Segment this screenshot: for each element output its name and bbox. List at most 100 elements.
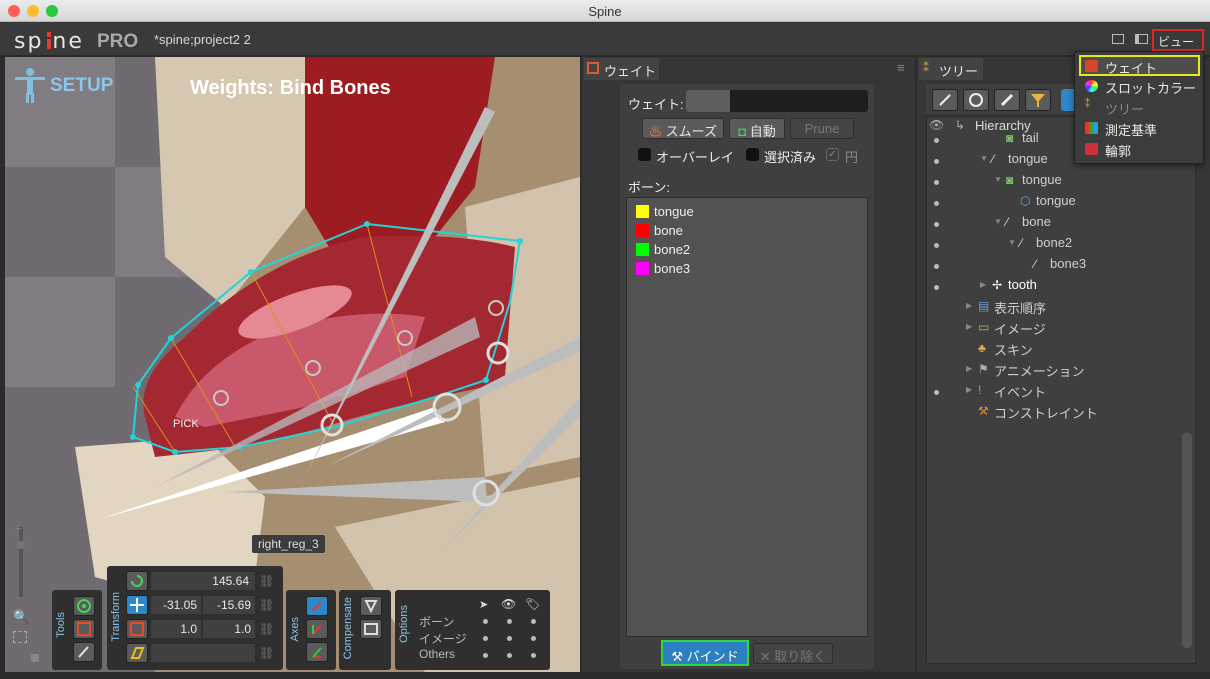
menu-item-metrics[interactable]: 測定基準 <box>1079 118 1200 139</box>
world-axes-button[interactable] <box>306 642 328 662</box>
expand-arrow-icon[interactable]: ▶ <box>980 280 986 289</box>
view-menu-button[interactable]: ビュー◢ <box>1152 29 1204 63</box>
weight-slider[interactable] <box>686 90 868 112</box>
tree-item-label[interactable]: イベント <box>994 382 1046 401</box>
tree-scrollbar[interactable] <box>1182 433 1192 648</box>
chain-icon[interactable]: ⛓ <box>259 598 274 612</box>
translate-x-field[interactable]: -31.05 <box>151 596 201 614</box>
parent-axes-button[interactable] <box>306 619 328 639</box>
selected-checkbox[interactable] <box>746 148 759 166</box>
menu-item-tree[interactable]: ⁑ ツリー <box>1079 97 1200 118</box>
visibility-toggle[interactable] <box>934 180 939 185</box>
compensate-bones-button[interactable] <box>360 596 382 616</box>
weight-label: ウェイト: <box>628 97 684 112</box>
tree-item-label[interactable]: tooth <box>1008 277 1037 292</box>
create-tool-button[interactable] <box>73 642 95 662</box>
visibility-toggle[interactable] <box>934 159 939 164</box>
zoom-search-icon[interactable]: 🔍 <box>13 609 29 625</box>
scale-y-field[interactable]: 1.0 <box>203 620 255 638</box>
option-toggle[interactable] <box>483 653 488 658</box>
bone-list-item[interactable]: tongue <box>636 204 856 222</box>
shear-tool-button[interactable] <box>126 643 148 663</box>
bone-filter-button[interactable] <box>932 89 958 111</box>
filter-funnel-button[interactable] <box>1025 89 1051 111</box>
option-toggle[interactable] <box>531 653 536 658</box>
tree-item-label[interactable]: bone <box>1022 214 1051 229</box>
translate-y-field[interactable]: -15.69 <box>203 596 255 614</box>
overlay-checkbox[interactable] <box>638 148 651 166</box>
tree-item-label[interactable]: tongue <box>1008 151 1048 166</box>
chain-icon[interactable]: ⛓ <box>259 646 274 660</box>
option-toggle[interactable] <box>483 619 488 624</box>
option-toggle[interactable] <box>531 619 536 624</box>
menu-item-weights[interactable]: ウェイト <box>1079 55 1200 76</box>
scale-x-field[interactable]: 1.0 <box>151 620 201 638</box>
option-toggle[interactable] <box>483 636 488 641</box>
expand-arrow-icon[interactable]: ▶ <box>966 385 972 394</box>
bones-tool-button[interactable] <box>73 596 95 616</box>
attachment-filter-button[interactable] <box>994 89 1020 111</box>
zoom-minus-icon[interactable]: - <box>16 592 20 604</box>
menu-item-outline[interactable]: 輪郭 <box>1079 139 1200 160</box>
option-toggle[interactable] <box>531 636 536 641</box>
option-toggle[interactable] <box>507 619 512 624</box>
compensate-label: Compensate <box>342 597 354 660</box>
auto-button[interactable]: ◘ 自動 <box>729 118 785 139</box>
zoom-plus-icon[interactable]: + <box>15 523 21 535</box>
bone-name: bone3 <box>654 261 691 276</box>
visibility-toggle[interactable] <box>934 390 939 395</box>
translate-tool-button[interactable] <box>126 595 148 615</box>
bind-button[interactable]: ⚒ バインド <box>661 640 749 666</box>
menu-item-slot-color[interactable]: スロットカラー <box>1079 76 1200 97</box>
expand-arrow-icon[interactable]: ▶ <box>966 301 972 310</box>
tree-item-label[interactable]: bone3 <box>1050 256 1086 271</box>
option-toggle[interactable] <box>507 636 512 641</box>
tree-item-label[interactable]: 表示順序 <box>994 298 1046 317</box>
panel-menu-icon[interactable]: ≡ <box>897 60 905 75</box>
bone-list-item[interactable]: bone <box>636 223 856 241</box>
tree-item-label[interactable]: スキン <box>994 340 1033 359</box>
weights-tool-button[interactable] <box>73 619 95 639</box>
restore-layout-icon[interactable] <box>1112 34 1124 44</box>
circle-checkbox[interactable]: ✓ <box>826 148 839 161</box>
expand-arrow-icon[interactable]: ▼ <box>994 175 1002 184</box>
option-toggle[interactable] <box>507 653 512 658</box>
bone-list-item[interactable]: bone2 <box>636 242 856 260</box>
rotate-tool-button[interactable] <box>126 571 148 591</box>
layout-icon[interactable] <box>1135 34 1148 44</box>
tree-item-label[interactable]: tail <box>1022 130 1039 145</box>
expand-arrow-icon[interactable]: ▶ <box>966 364 972 373</box>
prune-button[interactable]: Prune <box>790 118 854 139</box>
chain-icon[interactable]: ⛓ <box>259 622 274 636</box>
tree-item-label[interactable]: コンストレイント <box>994 403 1098 422</box>
tree-item-label[interactable]: bone2 <box>1036 235 1072 250</box>
visibility-toggle[interactable] <box>934 138 939 143</box>
scale-tool-button[interactable] <box>126 619 148 639</box>
bone-list-item[interactable]: bone3 <box>636 261 856 279</box>
expand-arrow-icon[interactable]: ▼ <box>1008 238 1016 247</box>
visibility-toggle[interactable] <box>934 222 939 227</box>
expand-arrow-icon[interactable]: ▼ <box>980 154 988 163</box>
tree-item-label[interactable]: アニメーション <box>994 361 1084 380</box>
expand-arrow-icon[interactable]: ▼ <box>994 217 1002 226</box>
skins-icon: ♣ <box>978 341 986 355</box>
rotate-field[interactable]: 145.64 <box>151 572 255 590</box>
fit-view-icon[interactable] <box>13 631 27 643</box>
viewport[interactable]: SETUP Weights: Bind Bones PICK right_reg… <box>5 57 580 672</box>
slot-filter-button[interactable] <box>963 89 989 111</box>
visibility-toggle[interactable] <box>934 201 939 206</box>
expand-arrow-icon[interactable]: ▶ <box>966 322 972 331</box>
smooth-button[interactable]: ♨ スムーズ <box>642 118 724 139</box>
chain-icon[interactable]: ⛓ <box>259 574 274 588</box>
lock-icon[interactable] <box>31 654 39 662</box>
tree-item-label[interactable]: tongue <box>1022 172 1062 187</box>
remove-button[interactable]: ✕ 取り除く <box>753 643 833 664</box>
visibility-toggle[interactable] <box>934 285 939 290</box>
visibility-toggle[interactable] <box>934 264 939 269</box>
shear-field[interactable] <box>151 644 255 662</box>
visibility-toggle[interactable] <box>934 243 939 248</box>
tree-item-label[interactable]: イメージ <box>994 319 1046 338</box>
tree-item-label[interactable]: tongue <box>1036 193 1076 208</box>
local-axes-button[interactable] <box>306 596 328 616</box>
compensate-images-button[interactable] <box>360 619 382 639</box>
